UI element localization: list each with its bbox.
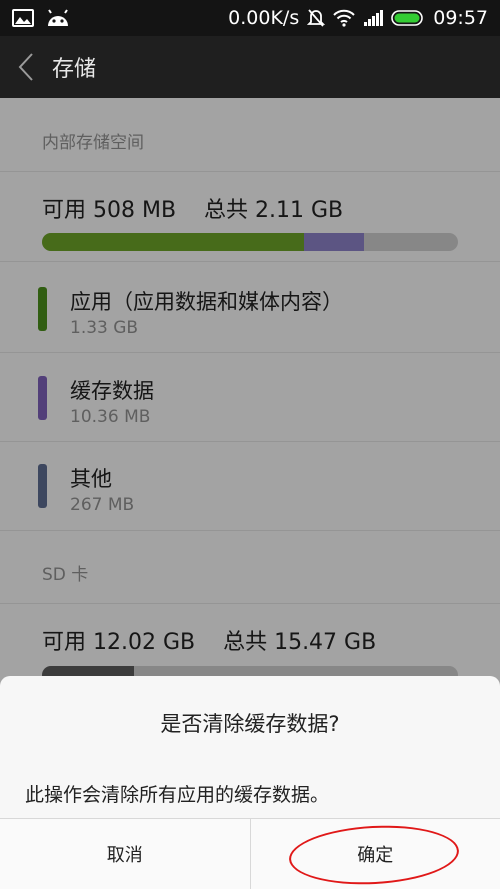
app-header: 存储 — [0, 36, 500, 98]
signal-icon — [363, 10, 384, 26]
dialog-message: 此操作会清除所有应用的缓存数据。 — [25, 784, 330, 806]
dialog-buttons: 取消 确定 — [0, 818, 500, 889]
mute-bell-icon — [307, 8, 326, 28]
clock: 09:57 — [433, 7, 488, 29]
status-bar: 0.00K/s 09:57 — [0, 0, 500, 36]
battery-icon — [391, 9, 425, 27]
dialog-title: 是否清除缓存数据? — [160, 712, 340, 736]
chevron-left-icon — [18, 53, 33, 81]
android-icon — [46, 9, 70, 27]
gallery-icon — [12, 9, 34, 27]
page-title: 存储 — [52, 57, 97, 82]
wifi-icon — [333, 9, 355, 27]
confirm-button[interactable]: 确定 — [249, 819, 500, 889]
back-button[interactable] — [0, 36, 52, 98]
cancel-button[interactable]: 取消 — [0, 819, 250, 889]
clear-cache-dialog: 是否清除缓存数据? 此操作会清除所有应用的缓存数据。 取消 确定 — [0, 676, 500, 889]
network-speed: 0.00K/s — [228, 7, 300, 29]
